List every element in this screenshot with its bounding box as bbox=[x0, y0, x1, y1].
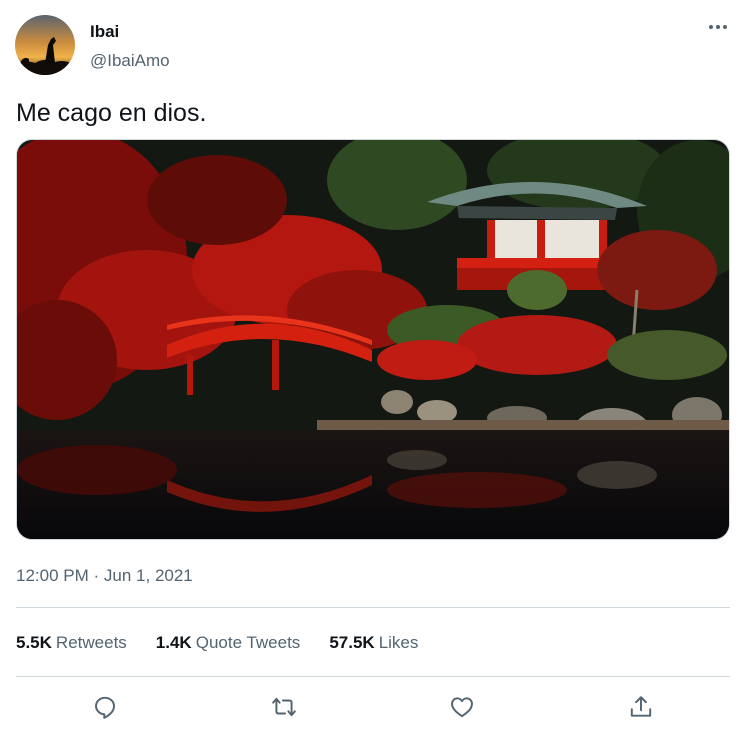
divider bbox=[16, 676, 730, 677]
likes-stat[interactable]: 57.5K Likes bbox=[329, 631, 418, 655]
quote-tweets-stat[interactable]: 1.4K Quote Tweets bbox=[156, 631, 301, 655]
likes-count: 57.5K bbox=[329, 633, 375, 652]
tweet: Ibai @IbaiAmo Me cago en dios. 12:00 PM … bbox=[0, 0, 746, 752]
retweet-icon bbox=[272, 697, 296, 717]
author-handle[interactable]: @IbaiAmo bbox=[90, 51, 170, 71]
quote-tweets-count: 1.4K bbox=[155, 633, 192, 652]
retweet-button[interactable] bbox=[265, 688, 303, 726]
tweet-text: Me cago en dios. bbox=[16, 99, 207, 127]
divider bbox=[16, 607, 730, 608]
reply-icon bbox=[95, 696, 115, 719]
retweets-label: Retweets bbox=[55, 633, 127, 652]
like-button[interactable] bbox=[443, 688, 481, 726]
tweet-timestamp: 12:00 PM · Jun 1, 2021 bbox=[16, 565, 193, 587]
temple-garden-image bbox=[17, 140, 729, 539]
more-icon bbox=[709, 25, 727, 29]
avatar-image bbox=[15, 15, 75, 75]
author-name[interactable]: Ibai bbox=[90, 22, 119, 42]
more-options-button[interactable] bbox=[700, 14, 736, 40]
share-icon bbox=[630, 696, 652, 717]
avatar[interactable] bbox=[15, 15, 75, 75]
quote-tweets-label: Quote Tweets bbox=[195, 633, 301, 652]
timestamp-separator: · bbox=[93, 566, 100, 585]
retweets-count: 5.5K bbox=[16, 633, 52, 652]
tweet-photo[interactable] bbox=[16, 139, 730, 540]
tweet-date[interactable]: Jun 1, 2021 bbox=[104, 566, 193, 585]
tweet-actions bbox=[16, 688, 730, 726]
reply-button[interactable] bbox=[86, 688, 124, 726]
tweet-time[interactable]: 12:00 PM bbox=[16, 566, 89, 585]
retweets-stat[interactable]: 5.5K Retweets bbox=[16, 631, 127, 655]
like-icon bbox=[451, 697, 473, 718]
tweet-stats: 5.5K Retweets 1.4K Quote Tweets 57.5K Likes bbox=[16, 631, 447, 655]
likes-label: Likes bbox=[378, 633, 419, 652]
share-button[interactable] bbox=[622, 688, 660, 726]
